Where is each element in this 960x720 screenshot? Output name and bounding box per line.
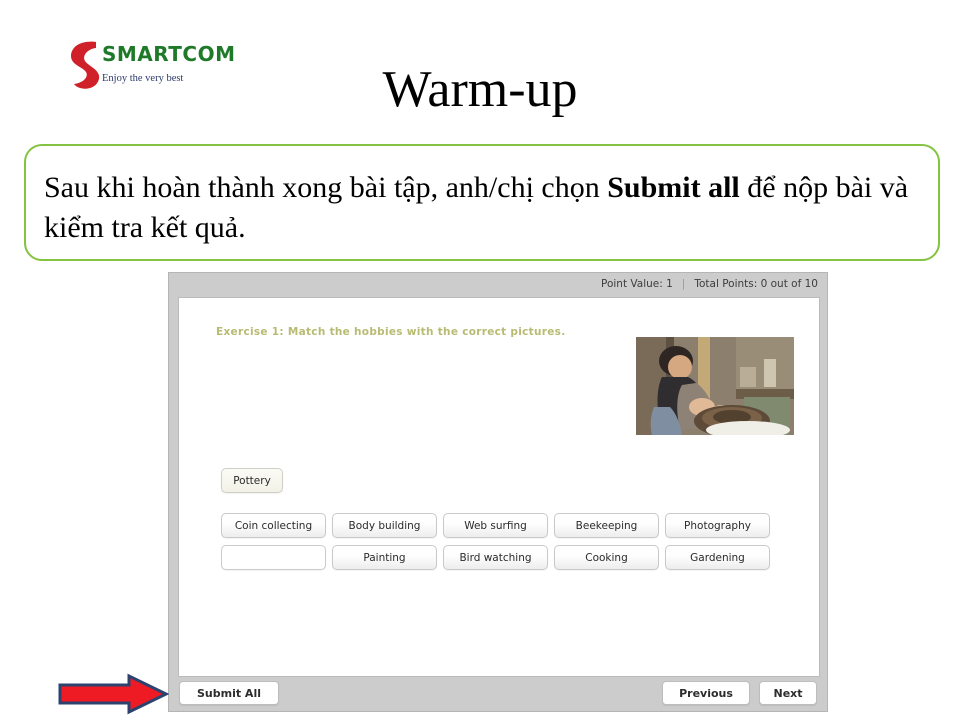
instruction-callout-text: Sau khi hoàn thành xong bài tập, anh/chị… xyxy=(44,168,916,247)
hobby-tile[interactable]: Photography xyxy=(665,513,770,538)
tile-row: Painting Bird watching Cooking Gardening xyxy=(221,545,781,570)
hobby-tile-grid: Coin collecting Body building Web surfin… xyxy=(221,513,781,577)
pottery-photo xyxy=(636,337,794,435)
next-button[interactable]: Next xyxy=(759,681,817,705)
quiz-status-bar: Point Value: 1 | Total Points: 0 out of … xyxy=(169,273,827,295)
callout-text-before: Sau khi hoàn thành xong bài tập, anh/chị… xyxy=(44,171,608,204)
callout-text-bold: Submit all xyxy=(607,171,740,204)
answer-tile-row: Pottery xyxy=(221,468,289,493)
hobby-tile[interactable]: Coin collecting xyxy=(221,513,326,538)
hobby-tile[interactable]: Painting xyxy=(332,545,437,570)
quiz-content-area: Exercise 1: Match the hobbies with the c… xyxy=(178,297,820,677)
page-title: Warm-up xyxy=(382,61,578,118)
quiz-footer: Submit All Previous Next xyxy=(169,675,827,711)
submit-all-button[interactable]: Submit All xyxy=(179,681,279,705)
hobby-tile[interactable]: Body building xyxy=(332,513,437,538)
hobby-tile[interactable]: Web surfing xyxy=(443,513,548,538)
empty-drop-slot[interactable] xyxy=(221,545,326,570)
instruction-callout-box: Sau khi hoàn thành xong bài tập, anh/chị… xyxy=(24,144,940,261)
draggable-tile-pottery[interactable]: Pottery xyxy=(221,468,283,493)
status-separator: | xyxy=(681,278,686,290)
total-points-label: Total Points: 0 out of 10 xyxy=(694,278,818,290)
point-value-label: Point Value: 1 xyxy=(600,278,673,290)
quiz-panel: Point Value: 1 | Total Points: 0 out of … xyxy=(168,272,828,712)
slide-header: SMARTCOM Enjoy the very best Warm-up xyxy=(0,0,960,140)
previous-button[interactable]: Previous xyxy=(662,681,750,705)
hobby-tile[interactable]: Beekeeping xyxy=(554,513,659,538)
hobby-tile[interactable]: Gardening xyxy=(665,545,770,570)
tile-row: Coin collecting Body building Web surfin… xyxy=(221,513,781,538)
exercise-instruction: Exercise 1: Match the hobbies with the c… xyxy=(216,326,566,338)
red-arrow-annotation-icon xyxy=(58,673,169,715)
hobby-tile[interactable]: Cooking xyxy=(554,545,659,570)
hobby-tile[interactable]: Bird watching xyxy=(443,545,548,570)
